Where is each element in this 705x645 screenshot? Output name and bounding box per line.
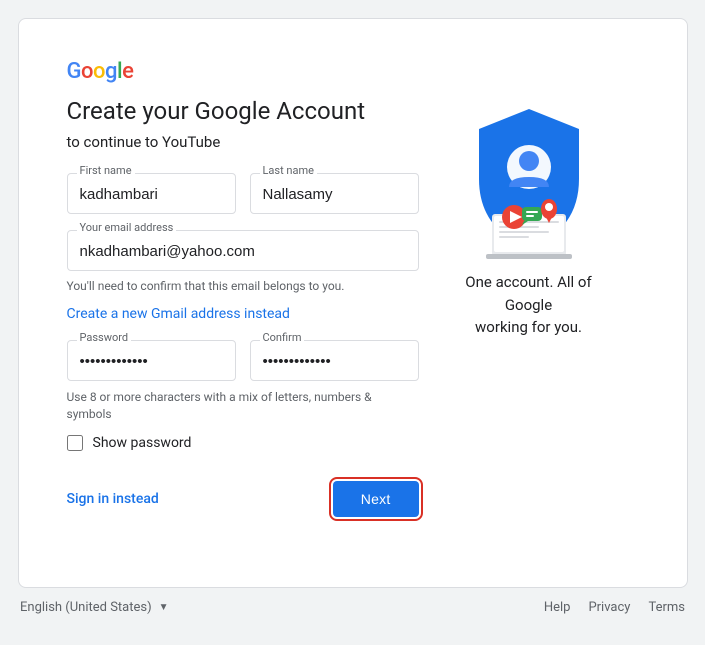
password-row: Password Confirm: [67, 340, 419, 381]
privacy-link[interactable]: Privacy: [588, 600, 630, 615]
illustration: One account. All of Google working for y…: [444, 99, 614, 339]
last-name-input[interactable]: [250, 173, 419, 214]
show-password-checkbox[interactable]: [67, 435, 83, 451]
confirm-input[interactable]: [250, 340, 419, 381]
footer-links: Help Privacy Terms: [544, 600, 685, 615]
footer-language[interactable]: English (United States) ▼: [20, 600, 169, 615]
logo-letter-o1: o: [81, 59, 93, 84]
last-name-label: Last name: [260, 164, 317, 177]
shield-illustration: [464, 99, 594, 259]
password-label: Password: [77, 331, 132, 344]
next-button[interactable]: Next: [333, 481, 419, 517]
illustration-caption: One account. All of Google working for y…: [444, 271, 614, 339]
password-hint: Use 8 or more characters with a mix of l…: [67, 389, 419, 423]
password-input[interactable]: [67, 340, 236, 381]
show-password-row: Show password: [67, 435, 419, 451]
email-note: You'll need to confirm that this email b…: [67, 279, 419, 293]
page-title: Create your Google Account: [67, 96, 419, 127]
name-row: First name Last name: [67, 173, 419, 214]
first-name-label: First name: [77, 164, 135, 177]
confirm-group: Confirm: [250, 340, 419, 381]
last-name-group: Last name: [250, 173, 419, 214]
illustration-column: One account. All of Google working for y…: [419, 59, 639, 517]
terms-link[interactable]: Terms: [648, 600, 685, 615]
create-gmail-link[interactable]: Create a new Gmail address instead: [67, 306, 290, 322]
email-group: Your email address: [67, 230, 419, 271]
email-row: Your email address: [67, 230, 419, 271]
logo-letter-e: e: [122, 59, 133, 84]
confirm-label: Confirm: [260, 331, 305, 344]
footer: English (United States) ▼ Help Privacy T…: [0, 588, 705, 627]
logo-letter-g2: g: [105, 59, 117, 84]
language-label: English (United States): [20, 600, 152, 615]
email-input[interactable]: [67, 230, 419, 271]
email-label: Your email address: [77, 221, 177, 234]
logo-letter-o2: o: [93, 59, 105, 84]
google-logo: Google: [67, 59, 419, 84]
first-name-group: First name: [67, 173, 236, 214]
first-name-input[interactable]: [67, 173, 236, 214]
actions-row: Sign in instead Next: [67, 481, 419, 517]
help-link[interactable]: Help: [544, 600, 571, 615]
logo-letter-g: G: [67, 59, 82, 84]
page-subtitle: to continue to YouTube: [67, 133, 419, 151]
show-password-label[interactable]: Show password: [93, 435, 192, 451]
form-column: Google Create your Google Account to con…: [67, 59, 419, 517]
signup-card: Google Create your Google Account to con…: [18, 18, 688, 588]
language-dropdown-arrow: ▼: [159, 602, 169, 613]
password-group: Password: [67, 340, 236, 381]
sign-in-link[interactable]: Sign in instead: [67, 491, 159, 507]
